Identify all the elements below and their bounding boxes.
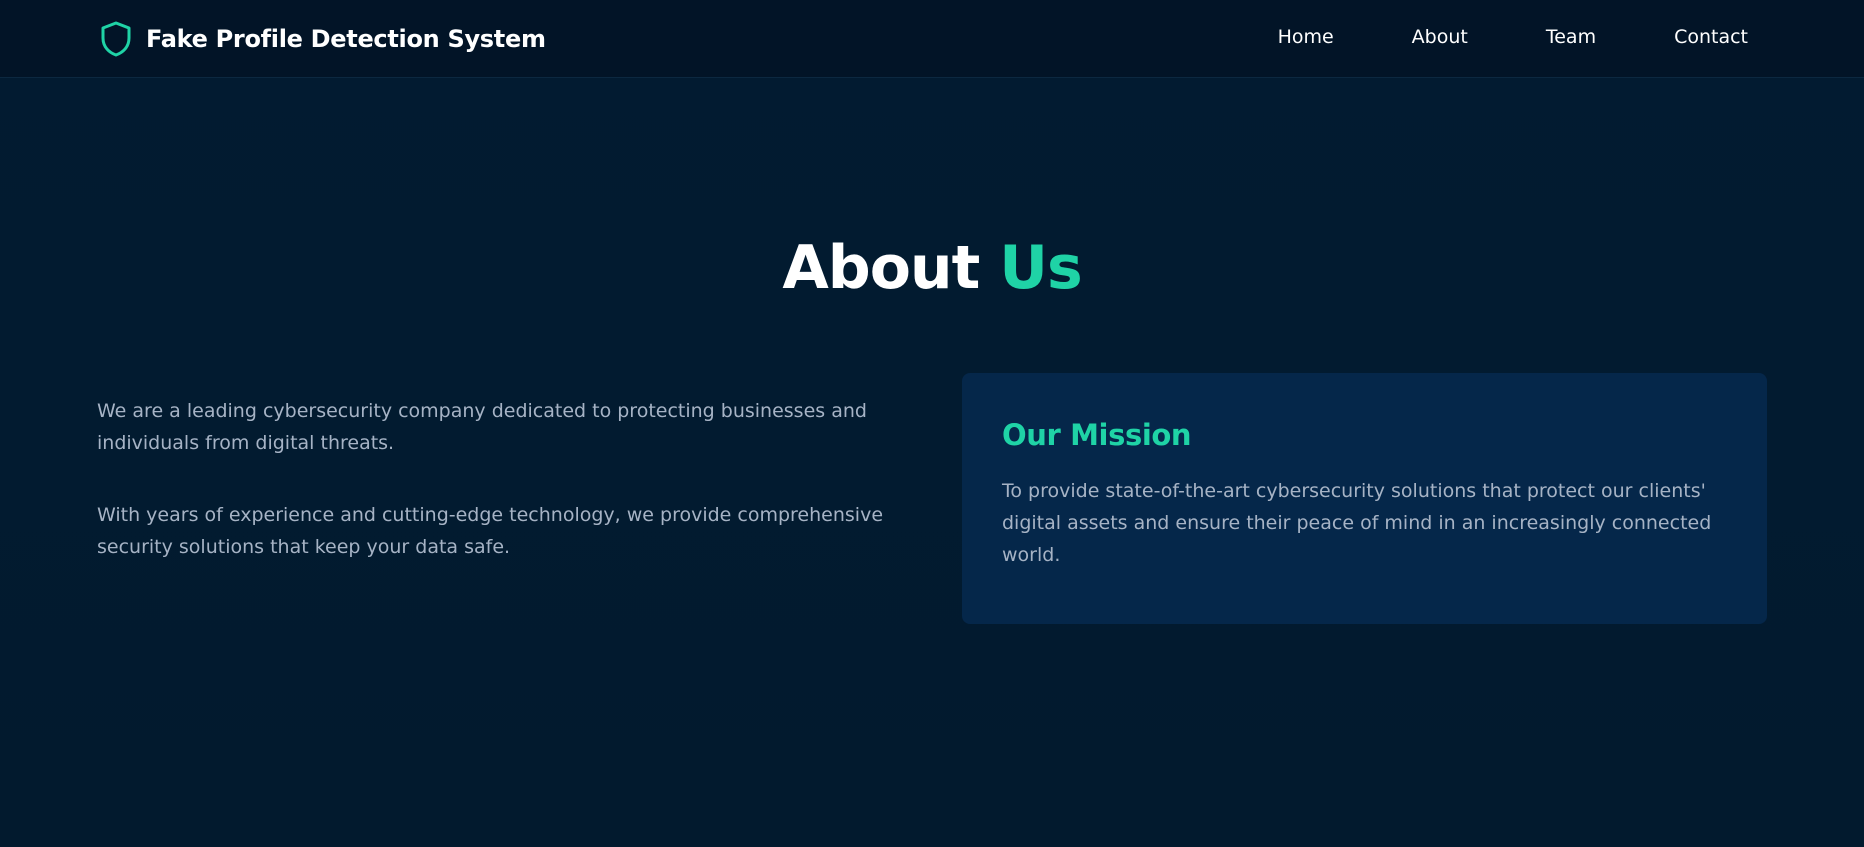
mission-card: Our Mission To provide state-of-the-art …: [962, 373, 1767, 624]
about-page: Fake Profile Detection System Home About…: [0, 0, 1864, 847]
brand-title: Fake Profile Detection System: [146, 25, 546, 53]
about-paragraph: We are a leading cybersecurity company d…: [97, 400, 867, 454]
page-title-main: About: [782, 233, 980, 303]
page-title: About Us: [0, 230, 1864, 306]
shield-icon: [100, 20, 132, 58]
page-title-accent: Us: [999, 233, 1082, 303]
nav-link-home[interactable]: Home: [1278, 26, 1334, 48]
mission-text: To provide state-of-the-art cybersecurit…: [1002, 480, 1712, 566]
nav-link-about[interactable]: About: [1412, 26, 1468, 48]
nav-link-contact[interactable]: Contact: [1674, 26, 1748, 48]
navbar: Fake Profile Detection System Home About…: [0, 0, 1864, 78]
main-nav: Home About Team Contact: [1278, 26, 1748, 48]
about-description: We are a leading cybersecurity company d…: [97, 395, 917, 563]
about-paragraph: With years of experience and cutting-edg…: [97, 504, 884, 558]
nav-link-team[interactable]: Team: [1546, 26, 1596, 48]
brand[interactable]: Fake Profile Detection System: [100, 19, 546, 59]
mission-title: Our Mission: [1002, 418, 1192, 452]
